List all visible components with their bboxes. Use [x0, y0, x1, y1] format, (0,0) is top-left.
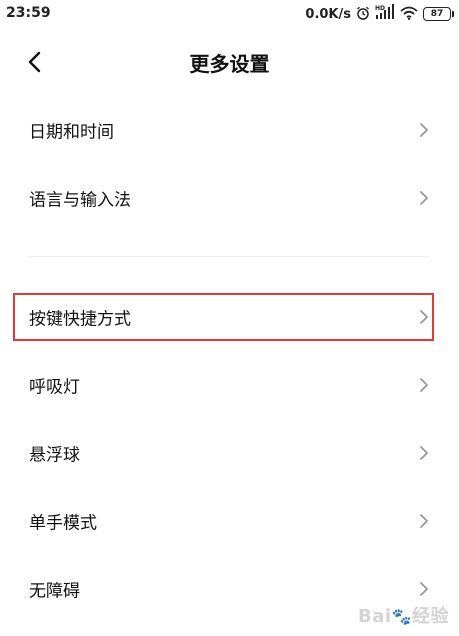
- settings-item-button-shortcuts[interactable]: 按键快捷方式: [0, 289, 459, 345]
- settings-item-one-handed-mode[interactable]: 单手模式: [0, 493, 459, 549]
- status-bar: 23:59 0.0K/s HD 87: [0, 0, 459, 28]
- settings-item-floating-ball[interactable]: 悬浮球: [0, 425, 459, 481]
- alarm-icon: [356, 5, 370, 24]
- watermark-brand: Bai: [358, 606, 392, 627]
- settings-item-date-time[interactable]: 日期和时间: [0, 102, 459, 158]
- settings-item-label: 无障碍: [29, 581, 80, 602]
- chevron-right-icon: [420, 378, 428, 392]
- settings-item-label: 语言与输入法: [29, 190, 131, 211]
- hd-signal-icon: HD: [375, 4, 395, 24]
- settings-item-label: 单手模式: [29, 513, 97, 534]
- svg-text:HD: HD: [375, 5, 385, 12]
- wifi-icon: [400, 5, 418, 24]
- status-icons: 0.0K/s HD 87: [305, 4, 454, 24]
- page-title: 更多设置: [189, 52, 270, 76]
- chevron-right-icon: [420, 123, 428, 137]
- watermark-suffix: 经验: [412, 606, 449, 627]
- settings-item-label: 按键快捷方式: [29, 309, 131, 330]
- chevron-right-icon: [420, 310, 428, 324]
- settings-item-label: 日期和时间: [29, 122, 114, 143]
- settings-item-notification-light[interactable]: 呼吸灯: [0, 357, 459, 413]
- settings-item-label: 悬浮球: [29, 445, 80, 466]
- chevron-right-icon: [420, 191, 428, 205]
- chevron-right-icon: [420, 446, 428, 460]
- settings-item-language-input[interactable]: 语言与输入法: [0, 170, 459, 226]
- header: 更多设置: [0, 40, 459, 84]
- chevron-right-icon: [420, 582, 428, 596]
- paw-icon: 🐾: [391, 607, 412, 626]
- battery-icon: 87: [423, 7, 454, 21]
- chevron-right-icon: [420, 514, 428, 528]
- section-divider: [29, 256, 430, 257]
- network-speed: 0.0K/s: [305, 6, 351, 22]
- settings-item-label: 呼吸灯: [29, 377, 80, 398]
- status-time: 23:59: [6, 5, 51, 21]
- watermark-logo: Bai🐾经验: [358, 602, 449, 628]
